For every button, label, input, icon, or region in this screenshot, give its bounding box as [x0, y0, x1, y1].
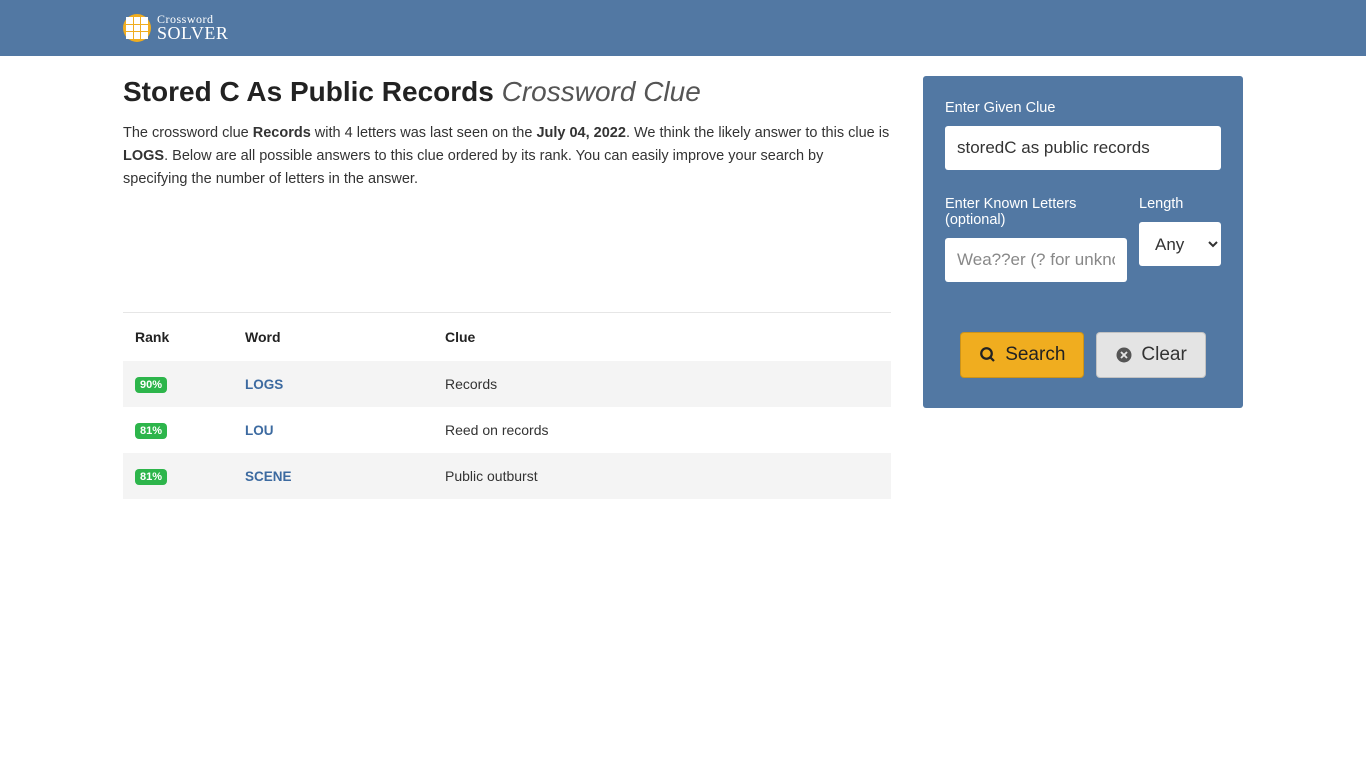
word-link[interactable]: LOGS	[245, 377, 283, 392]
length-select[interactable]: Any	[1139, 222, 1221, 266]
search-button[interactable]: Search	[960, 332, 1084, 378]
word-link[interactable]: SCENE	[245, 469, 292, 484]
rank-badge: 81%	[135, 423, 167, 439]
word-link[interactable]: LOU	[245, 423, 274, 438]
close-circle-icon	[1115, 346, 1133, 364]
search-panel: Enter Given Clue Enter Known Letters (op…	[923, 76, 1243, 408]
rank-badge: 81%	[135, 469, 167, 485]
length-label: Length	[1139, 196, 1221, 212]
clue-cell: Records	[433, 361, 891, 407]
logo-icon	[123, 14, 151, 42]
main-content: Stored C As Public Records Crossword Clu…	[123, 76, 891, 499]
page-title: Stored C As Public Records Crossword Clu…	[123, 76, 891, 108]
header-clue: Clue	[433, 312, 891, 361]
clue-cell: Public outburst	[433, 453, 891, 499]
page-title-main: Stored C As Public Records	[123, 76, 494, 107]
header-word: Word	[233, 312, 433, 361]
site-header: Crossword SOLVER	[0, 0, 1366, 56]
letters-input[interactable]	[945, 238, 1127, 282]
results-table: Rank Word Clue 90% LOGS Records 81% LOU …	[123, 312, 891, 499]
table-row: 81% SCENE Public outburst	[123, 453, 891, 499]
clear-button[interactable]: Clear	[1096, 332, 1205, 378]
logo-text: Crossword SOLVER	[157, 14, 228, 42]
sidebar: Enter Given Clue Enter Known Letters (op…	[923, 76, 1243, 499]
table-row: 81% LOU Reed on records	[123, 407, 891, 453]
page-title-suffix: Crossword Clue	[502, 76, 701, 107]
intro-text: The crossword clue Records with 4 letter…	[123, 122, 891, 192]
header-rank: Rank	[123, 312, 233, 361]
table-row: 90% LOGS Records	[123, 361, 891, 407]
clue-label: Enter Given Clue	[945, 100, 1221, 116]
rank-badge: 90%	[135, 377, 167, 393]
search-icon	[979, 346, 997, 364]
clue-cell: Reed on records	[433, 407, 891, 453]
clue-input[interactable]	[945, 126, 1221, 170]
letters-label: Enter Known Letters (optional)	[945, 196, 1127, 228]
logo-link[interactable]: Crossword SOLVER	[123, 14, 228, 42]
